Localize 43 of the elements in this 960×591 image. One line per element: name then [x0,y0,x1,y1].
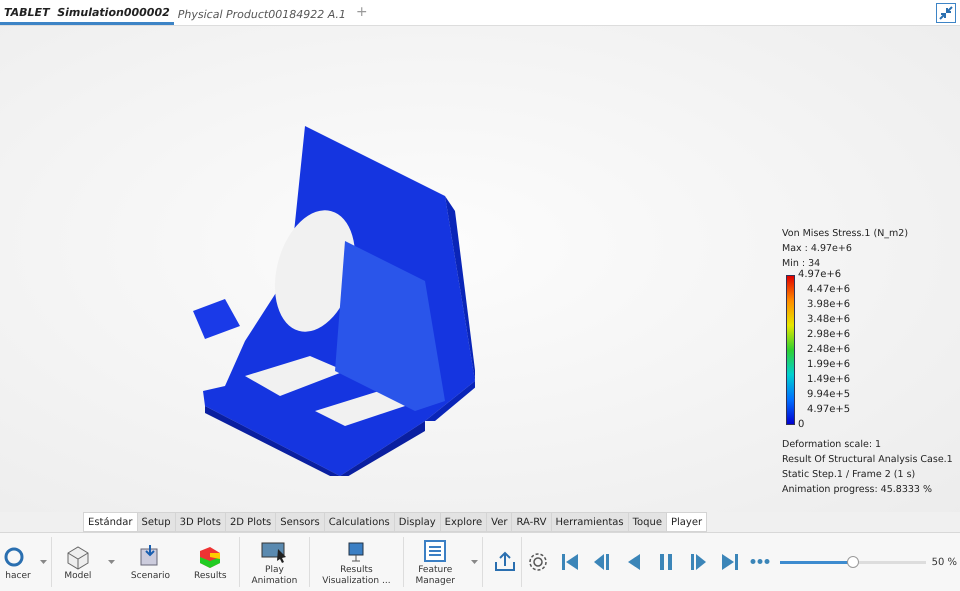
scale-label: 4.97e+5 [806,404,850,416]
scale-label: 4.97e+6 [797,269,842,281]
ribbon-tab[interactable]: RA-RV [511,512,552,532]
export-icon [492,550,517,574]
more-options-icon [750,558,770,566]
ribbon-command[interactable]: Results [182,542,239,582]
ribbon-command[interactable]: hacer [0,542,36,582]
ribbon-command[interactable]: Model [52,542,104,582]
legend-text: Deformation scale: 1 [782,438,882,452]
ribbon-tab[interactable]: Calculations [324,512,395,532]
legend-text: Von Mises Stress.1 (N_m2) [782,227,910,241]
ribbon-tab[interactable]: Estándar [83,512,138,532]
legend-text: Animation progress: 45.8333 % [782,483,934,497]
ribbon-command[interactable]: Play Animation [239,537,310,587]
legend-text: Min : 34 [782,257,822,270]
scale-label: 2.98e+6 [806,329,850,341]
speed-reading: 50 % [932,556,957,570]
ribbon-tab[interactable]: 3D Plots [174,512,226,532]
scale-label: 2.48e+6 [806,344,850,356]
ribbon-tab[interactable]: Explore [440,512,488,532]
scale-label: 3.48e+6 [806,314,850,326]
ribbon-tab[interactable]: Ver [486,512,512,532]
ribbon-tab[interactable]: Herramientas [550,512,629,532]
legend-text: Max : 4.97e+6 [782,242,853,256]
scale-label: 1.49e+6 [806,374,850,386]
ribbon-tab[interactable]: Setup [136,512,176,532]
scale-label: 4.47e+6 [806,284,850,296]
ribbon-tab[interactable]: Toque [628,512,667,532]
scale-label: 1.99e+6 [806,359,850,371]
ribbon-tab[interactable]: 2D Plots [224,512,276,532]
legend-text: Static Step.1 / Frame 2 (1 s) [782,468,916,482]
ribbon-command[interactable]: Scenario [118,542,182,582]
scale-label: 0 [797,419,806,431]
scale-label: 9.94e+5 [806,389,850,401]
restore-window-button[interactable] [936,3,956,23]
ribbon-command[interactable]: Results Visualization ... [310,537,403,587]
scale-label: 3.98e+6 [806,299,850,311]
ribbon-command[interactable]: Feature Manager [404,537,467,587]
legend-text: Result Of Structural Analysis Case.1 [782,453,954,467]
ribbon-tab[interactable]: Display [394,512,441,532]
ribbon-tab[interactable]: Player [666,512,708,532]
document-tab[interactable]: Physical Product00184922 A.1 [174,0,350,25]
ribbon-tab[interactable]: Sensors [275,512,325,532]
